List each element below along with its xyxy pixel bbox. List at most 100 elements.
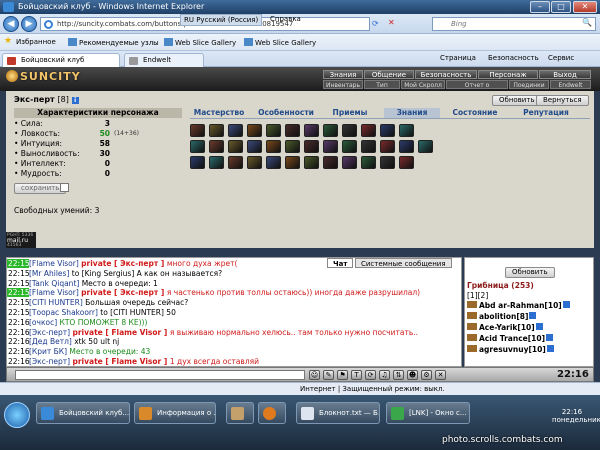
menu-communication[interactable]: Общение [364,70,414,79]
back-button[interactable]: ◀ [3,16,19,32]
forward-button[interactable]: ▶ [21,16,37,32]
toolbar-service[interactable]: Сервис [548,54,574,62]
task-fight-club[interactable]: Бойцовский клуб... [36,402,130,424]
skill-icon[interactable] [209,124,224,137]
toolbar-safety[interactable]: Безопасность [488,54,539,62]
save-checkbox[interactable] [60,183,69,192]
favorite-item-webslice-1[interactable]: Web Slice Gallery [164,38,236,47]
skill-icon[interactable] [380,124,395,137]
online-user[interactable]: abolition[8] [467,312,537,322]
settings-icon[interactable]: ⚙ [421,370,432,380]
maximize-button[interactable]: □ [551,1,571,13]
chat-message[interactable]: 22:16[Экс-перт] private [ Flame Visor ] … [7,357,461,366]
scroll-icon[interactable]: ⇅ [393,370,404,380]
online-pagination[interactable]: [1][2] [467,291,488,300]
skill-icon[interactable] [285,124,300,137]
skill-icon[interactable] [304,156,319,169]
online-user[interactable]: Abd ar-Rahman[10] [467,301,570,311]
stop-icon[interactable]: ✕ [388,18,395,27]
skill-icon[interactable] [361,156,376,169]
music-icon[interactable]: ♫ [379,370,390,380]
help-menu[interactable]: Справка [270,15,301,23]
menu-knowledge[interactable]: Знания [323,70,363,79]
info-icon[interactable] [529,312,537,319]
skill-icon[interactable] [323,124,338,137]
skill-icon[interactable] [399,140,414,153]
clear-icon[interactable]: ✎ [323,370,334,380]
skill-icon[interactable] [342,124,357,137]
tab-mastery[interactable]: Мастерство [190,108,248,118]
skill-icon[interactable] [323,156,338,169]
chat-panel[interactable]: Чат Системные сообщения 22:15[Flame Viso… [6,257,462,367]
chat-message[interactable]: 22:16[Крит БК] Место в очереди: 43 [7,347,461,356]
chat-message[interactable]: 22:15[Tank Qiqant] Место в очереди: 1 [7,279,461,288]
skill-icon[interactable] [361,124,376,137]
skill-icon[interactable] [304,124,319,137]
refresh-button[interactable]: Обновить [492,95,542,106]
task-notepad[interactable]: Блокнот.txt — Б... [296,402,380,424]
chat-message[interactable]: 22:15[CITI HUNTER] Большая очередь сейча… [7,298,461,307]
chat-input[interactable] [15,370,305,380]
tab-endwelt[interactable]: Endwelt [124,53,204,67]
submenu-transfers[interactable]: Отчет о переводах [446,80,508,98]
system-clock[interactable]: 22:16 понедельник [552,408,600,424]
filter-icon[interactable]: ⚑ [337,370,348,380]
menu-character[interactable]: Персонаж [478,70,538,79]
skill-icon[interactable] [304,140,319,153]
skill-icon[interactable] [209,156,224,169]
online-user[interactable]: Ace-Yarik[10] [467,323,543,333]
task-3[interactable] [226,402,254,424]
info-icon[interactable] [535,323,543,330]
chat-message[interactable]: 22:15[Flame Visor] private [ Экс-перт ] … [7,288,461,298]
favorite-item-recommended[interactable]: Рекомендуемые узлы [68,38,159,47]
skill-icon[interactable] [228,124,243,137]
menu-exit[interactable]: Выход [539,70,591,79]
submenu-battles[interactable]: Поединки [509,80,549,89]
skill-icon[interactable] [228,156,243,169]
submenu-myscroll[interactable]: Мой Скролл [401,80,445,89]
tab-state[interactable]: Состояние [446,108,504,118]
submenu-inventory[interactable]: Инвентарь [323,80,363,89]
skill-icon[interactable] [190,140,205,153]
save-stats-button[interactable]: сохранить [14,183,67,194]
task-4[interactable] [258,402,286,424]
submenu-endwelt[interactable]: Endwelt [550,80,591,89]
toolbar-page[interactable]: Страница [440,54,476,62]
minimize-button[interactable]: – [530,1,550,13]
tab-reputation[interactable]: Репутация [514,108,578,118]
favorite-item-webslice-2[interactable]: Web Slice Gallery [244,38,316,47]
info-icon[interactable] [546,345,554,352]
online-user[interactable]: Acid Trance[10] [467,334,554,344]
skill-icon[interactable] [380,140,395,153]
chat-message[interactable]: 22:15[Flame Visor] private [ Экс-перт ] … [7,259,461,268]
smile-icon[interactable]: ☺ [309,370,320,380]
tab-fight-club[interactable]: Бойцовский клуб [2,53,120,67]
chat-message[interactable]: 22:15[Mr Ahiles] to [King Sergius] А как… [7,269,461,278]
chat-message[interactable]: 22:16[Дед Ветл] xtk 50 ult nj [7,337,461,346]
task-info[interactable]: Информация о ... [134,402,216,424]
refresh-icon[interactable]: ⟳ [372,19,379,28]
friends-icon[interactable]: ☻ [407,370,418,380]
online-refresh-button[interactable]: Обновить [505,267,555,278]
skill-icon[interactable] [418,140,433,153]
info-icon[interactable] [546,334,554,341]
skill-icon[interactable] [266,140,281,153]
refresh-chat-icon[interactable]: ⟳ [365,370,376,380]
search-icon[interactable]: 🔍 [582,18,592,27]
back-game-button[interactable]: Вернуться [536,95,589,106]
skill-icon[interactable] [266,124,281,137]
skill-icon[interactable] [285,156,300,169]
skill-icon[interactable] [247,156,262,169]
language-indicator[interactable]: RU Русский (Россия) [180,14,263,26]
skill-icon[interactable] [342,140,357,153]
chat-message[interactable]: 22:15[Тоорас Shakoorr] to [CITI HUNTER] … [7,308,461,317]
translit-icon[interactable]: T [351,370,362,380]
skill-icon[interactable] [380,156,395,169]
skill-icon[interactable] [247,124,262,137]
tab-knowledge[interactable]: Знания [384,108,440,118]
info-icon[interactable] [562,301,570,308]
skill-icon[interactable] [399,124,414,137]
skill-icon[interactable] [361,140,376,153]
skill-icon[interactable] [247,140,262,153]
menu-security[interactable]: Безопасность [415,70,477,79]
